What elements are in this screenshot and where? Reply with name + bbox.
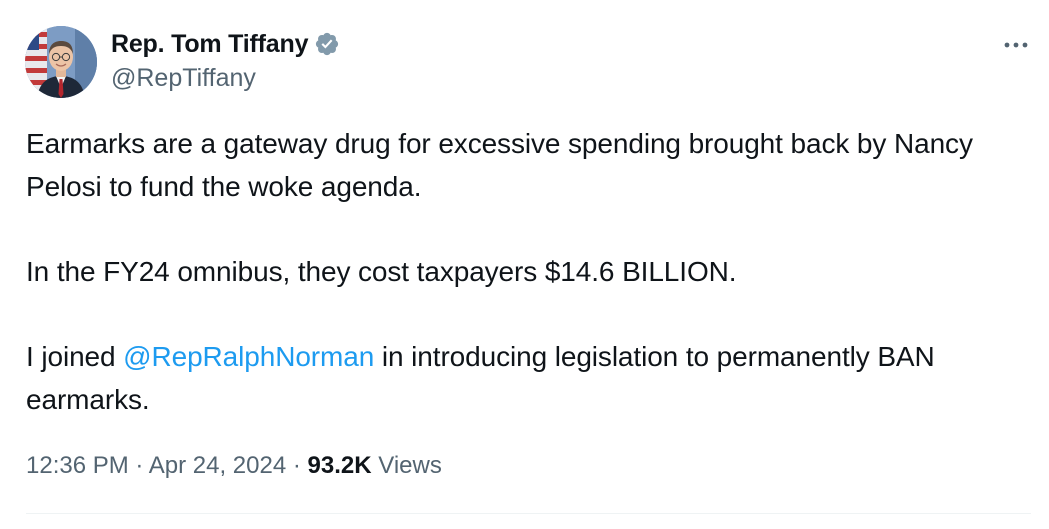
author-name[interactable]: Rep. Tom Tiffany — [111, 28, 308, 60]
tweet-paragraph-3: I joined @RepRalphNorman in introducing … — [26, 335, 1016, 421]
tweet-paragraph-1: Earmarks are a gateway drug for excessiv… — [26, 128, 973, 202]
mention-link[interactable]: @RepRalphNorman — [123, 341, 374, 372]
verified-badge-icon[interactable] — [314, 31, 340, 57]
tweet-paragraph-2: In the FY24 omnibus, they cost taxpayers… — [26, 256, 737, 287]
avatar-image — [25, 26, 97, 98]
meta-separator: · — [135, 452, 144, 479]
author-handle[interactable]: @RepTiffany — [111, 62, 256, 94]
paragraph-3-prefix: I joined — [26, 341, 124, 372]
divider — [26, 513, 1031, 514]
tweet-text: Earmarks are a gateway drug for excessiv… — [26, 122, 1016, 421]
tweet: Rep. Tom Tiffany @RepTiffany Earmarks ar… — [0, 0, 1049, 529]
views-label: Views — [378, 452, 442, 479]
more-horizontal-icon — [1004, 42, 1028, 48]
tweet-date[interactable]: Apr 24, 2024 — [149, 452, 286, 479]
meta-separator: · — [292, 452, 301, 479]
avatar[interactable] — [25, 26, 97, 98]
more-button[interactable] — [1001, 30, 1031, 60]
tweet-meta: 12:36 PM · Apr 24, 2024 · 93.2K Views — [26, 449, 442, 483]
author-name-row: Rep. Tom Tiffany — [111, 28, 340, 60]
views-count: 93.2K — [307, 452, 372, 479]
tweet-time[interactable]: 12:36 PM — [26, 452, 129, 479]
